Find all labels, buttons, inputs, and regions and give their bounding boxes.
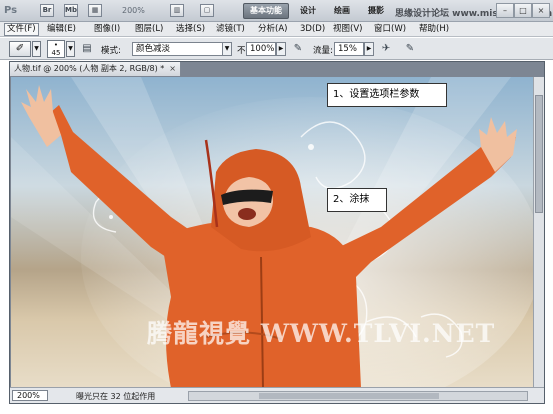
workspace-painting-button[interactable]: 绘画 <box>328 3 356 19</box>
menu-help[interactable]: 帮助(H) <box>417 23 451 36</box>
menu-bar: 文件(F) 编辑(E) 图像(I) 图层(L) 选择(S) 滤镜(T) 分析(A… <box>0 22 553 37</box>
image-canvas[interactable]: 1、设置选项栏参数 2、涂抹 腾龍視覺 WWW.TLVI.NET <box>11 77 533 388</box>
image-watermark: 腾龍視覺 WWW.TLVI.NET <box>147 319 496 348</box>
brush-dot-icon: • <box>53 41 59 49</box>
brush-preset-picker[interactable]: • 45 <box>47 40 65 58</box>
mode-label: 模式: <box>101 46 121 56</box>
close-document-icon[interactable]: × <box>169 64 176 73</box>
menu-analysis[interactable]: 分析(A) <box>256 23 289 36</box>
workspace-photography-button[interactable]: 摄影 <box>362 3 390 19</box>
view-extras-icon[interactable]: ▦ <box>88 4 102 17</box>
mode-dropdown-arrow[interactable]: ▼ <box>222 42 232 56</box>
workspace-design-button[interactable]: 设计 <box>294 3 322 19</box>
workspace-essentials-button[interactable]: 基本功能 <box>243 3 289 19</box>
flow-label: 流量: <box>313 46 333 56</box>
maximize-button[interactable]: □ <box>514 3 532 18</box>
arrange-documents-icon[interactable]: ▥ <box>170 4 184 17</box>
minimize-button[interactable]: – <box>496 3 514 18</box>
options-bar: ✐ ▼ • 45 ▼ ▤ 模式: 颜色减淡 ▼ 不透明度: 100% ▶ ✎ 流… <box>0 38 553 60</box>
horizontal-scroll-thumb[interactable] <box>259 393 439 399</box>
horizontal-scrollbar[interactable] <box>188 391 528 401</box>
document-title: 人物.tif @ 200% (人物 副本 2, RGB/8) * <box>14 64 165 73</box>
mode-select[interactable]: 颜色减淡 <box>132 42 232 56</box>
flow-slider-button[interactable]: ▶ <box>364 42 374 56</box>
application-bar: Ps Br Mb ▦ 200% ▥ ▢ 基本功能 设计 绘画 摄影 思缘设计论坛… <box>0 0 553 22</box>
vertical-scroll-thumb[interactable] <box>535 95 543 213</box>
flow-input[interactable]: 15% <box>334 42 364 56</box>
menu-filter[interactable]: 滤镜(T) <box>214 23 247 36</box>
opacity-slider-button[interactable]: ▶ <box>276 42 286 56</box>
close-window-button[interactable]: × <box>532 3 550 18</box>
tool-preset-dropdown[interactable]: ▼ <box>32 41 41 57</box>
tablet-pressure-opacity-icon[interactable]: ✎ <box>291 42 305 56</box>
document-tab[interactable]: 人物.tif @ 200% (人物 副本 2, RGB/8) * × <box>10 62 181 76</box>
status-info-text[interactable]: 曝光只在 32 位起作用 <box>76 391 155 402</box>
step1-callout: 1、设置选项栏参数 <box>327 83 447 107</box>
photoshop-logo: Ps <box>4 5 18 16</box>
tablet-pressure-size-icon[interactable]: ✎ <box>403 42 417 56</box>
menu-view[interactable]: 视图(V) <box>331 23 364 36</box>
zoom-level-menu[interactable]: 200% <box>122 6 145 15</box>
mini-bridge-icon[interactable]: Mb <box>64 4 78 17</box>
dodge-tool-icon: ✐ <box>15 43 25 54</box>
menu-file[interactable]: 文件(F) <box>4 23 39 36</box>
screen-mode-icon[interactable]: ▢ <box>200 4 214 17</box>
airbrush-icon[interactable]: ✈ <box>379 42 393 56</box>
brush-panel-icon[interactable]: ▤ <box>80 42 94 56</box>
menu-image[interactable]: 图像(I) <box>92 23 122 36</box>
bridge-icon[interactable]: Br <box>40 4 54 17</box>
brush-size-value: 45 <box>51 49 61 57</box>
status-zoom-field[interactable]: 200% <box>12 390 48 401</box>
document-window: 人物.tif @ 200% (人物 副本 2, RGB/8) * × 1、设置选… <box>9 61 545 404</box>
brush-preset-dropdown[interactable]: ▼ <box>66 41 75 57</box>
menu-layer[interactable]: 图层(L) <box>133 23 165 36</box>
tool-preset-picker[interactable]: ✐ <box>9 41 31 57</box>
status-bar: 200% 曝光只在 32 位起作用 <box>10 387 544 403</box>
menu-edit[interactable]: 编辑(E) <box>45 23 78 36</box>
vertical-scrollbar[interactable] <box>533 77 544 388</box>
step2-callout: 2、涂抹 <box>327 188 387 212</box>
opacity-input[interactable]: 100% <box>246 42 276 56</box>
menu-select[interactable]: 选择(S) <box>174 23 207 36</box>
menu-window[interactable]: 窗口(W) <box>372 23 408 36</box>
menu-3d[interactable]: 3D(D) <box>298 23 327 36</box>
